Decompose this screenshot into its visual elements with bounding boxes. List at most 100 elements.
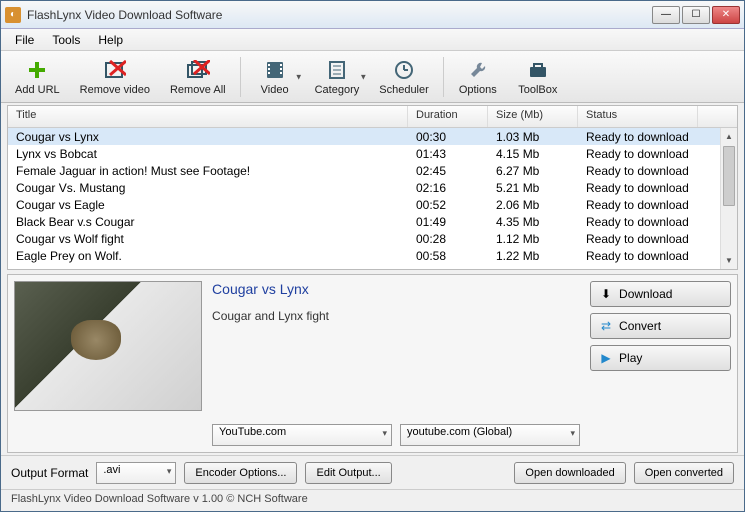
options-button[interactable]: Options	[448, 53, 508, 101]
menu-help[interactable]: Help	[90, 31, 131, 49]
cell-status: Ready to download	[578, 249, 698, 263]
open-downloaded-button[interactable]: Open downloaded	[514, 462, 625, 484]
window-title: FlashLynx Video Download Software	[27, 8, 652, 22]
toolbox-icon	[526, 58, 550, 82]
menubar: File Tools Help	[1, 29, 744, 51]
cell-size: 5.21 Mb	[488, 181, 578, 195]
column-status[interactable]: Status	[578, 106, 698, 127]
video-list: Title Duration Size (Mb) Status Cougar v…	[7, 105, 738, 270]
column-size[interactable]: Size (Mb)	[488, 106, 578, 127]
cell-size: 1.22 Mb	[488, 249, 578, 263]
cell-status: Ready to download	[578, 198, 698, 212]
column-title[interactable]: Title	[8, 106, 408, 127]
cell-status: Ready to download	[578, 130, 698, 144]
cell-status: Ready to download	[578, 232, 698, 246]
cell-duration: 01:49	[408, 215, 488, 229]
cell-size: 2.06 Mb	[488, 198, 578, 212]
minimize-button[interactable]: —	[652, 6, 680, 24]
status-bar: FlashLynx Video Download Software v 1.00…	[1, 489, 744, 511]
add-url-button[interactable]: Add URL	[5, 53, 70, 101]
toolbar-separator	[443, 57, 444, 97]
toolbar-separator	[240, 57, 241, 97]
cell-duration: 00:58	[408, 249, 488, 263]
remove-video-icon	[103, 58, 127, 82]
cell-status: Ready to download	[578, 215, 698, 229]
app-icon: ◐	[5, 7, 21, 23]
cell-size: 1.12 Mb	[488, 232, 578, 246]
cell-duration: 02:45	[408, 164, 488, 178]
detail-pane: Cougar vs Lynx Cougar and Lynx fight You…	[7, 274, 738, 453]
source-region-select[interactable]: youtube.com (Global)	[400, 424, 580, 446]
cell-title: Cougar Vs. Mustang	[8, 181, 408, 195]
plus-icon	[25, 58, 49, 82]
detail-description: Cougar and Lynx fight	[212, 309, 580, 424]
cell-status: Ready to download	[578, 181, 698, 195]
maximize-button[interactable]: ☐	[682, 6, 710, 24]
cell-duration: 00:28	[408, 232, 488, 246]
download-icon: ⬇	[599, 287, 613, 301]
cell-title: Eagle Prey on Wolf.	[8, 249, 408, 263]
cell-title: Cougar vs Lynx	[8, 130, 408, 144]
output-format-select[interactable]: .avi	[96, 462, 176, 484]
detail-actions: ⬇Download ⇄Convert ▶Play	[590, 281, 731, 446]
convert-button[interactable]: ⇄Convert	[590, 313, 731, 339]
clock-icon	[392, 58, 416, 82]
vertical-scrollbar[interactable]: ▲ ▼	[720, 128, 737, 269]
titlebar: ◐ FlashLynx Video Download Software — ☐ …	[1, 1, 744, 29]
scheduler-button[interactable]: Scheduler	[369, 53, 439, 101]
edit-output-button[interactable]: Edit Output...	[305, 462, 391, 484]
cell-duration: 00:30	[408, 130, 488, 144]
cell-status: Ready to download	[578, 164, 698, 178]
cell-title: Black Bear v.s Cougar	[8, 215, 408, 229]
cell-status: Ready to download	[578, 147, 698, 161]
convert-icon: ⇄	[599, 319, 613, 333]
table-row[interactable]: Cougar vs Lynx00:301.03 MbReady to downl…	[8, 128, 737, 145]
cell-duration: 01:43	[408, 147, 488, 161]
table-row[interactable]: Lynx vs Bobcat01:434.15 MbReady to downl…	[8, 145, 737, 162]
close-button[interactable]: ✕	[712, 6, 740, 24]
cell-size: 6.27 Mb	[488, 164, 578, 178]
remove-all-button[interactable]: Remove All	[160, 53, 236, 101]
table-row[interactable]: Cougar vs Wolf fight00:281.12 MbReady to…	[8, 230, 737, 247]
cell-title: Cougar vs Wolf fight	[8, 232, 408, 246]
open-converted-button[interactable]: Open converted	[634, 462, 734, 484]
film-icon	[263, 58, 287, 82]
detail-title: Cougar vs Lynx	[212, 281, 580, 297]
video-thumbnail	[14, 281, 202, 411]
menu-tools[interactable]: Tools	[44, 31, 88, 49]
video-dropdown[interactable]: Video ▼	[245, 53, 305, 101]
cell-size: 4.15 Mb	[488, 147, 578, 161]
output-format-label: Output Format	[11, 466, 88, 480]
cell-size: 4.35 Mb	[488, 215, 578, 229]
table-row[interactable]: Cougar Vs. Mustang02:165.21 MbReady to d…	[8, 179, 737, 196]
cell-title: Lynx vs Bobcat	[8, 147, 408, 161]
scroll-thumb[interactable]	[723, 146, 735, 206]
chevron-down-icon: ▼	[359, 72, 367, 81]
source-site-select[interactable]: YouTube.com	[212, 424, 392, 446]
remove-video-button[interactable]: Remove video	[70, 53, 160, 101]
table-row[interactable]: Cougar vs Eagle00:522.06 MbReady to down…	[8, 196, 737, 213]
toolbox-button[interactable]: ToolBox	[508, 53, 568, 101]
scroll-up-icon[interactable]: ▲	[721, 128, 737, 145]
download-button[interactable]: ⬇Download	[590, 281, 731, 307]
menu-file[interactable]: File	[7, 31, 42, 49]
play-icon: ▶	[599, 351, 613, 365]
toolbar: Add URL Remove video Remove All Video ▼ …	[1, 51, 744, 103]
encoder-options-button[interactable]: Encoder Options...	[184, 462, 297, 484]
category-dropdown[interactable]: Category ▼	[305, 53, 370, 101]
cell-title: Cougar vs Eagle	[8, 198, 408, 212]
play-button[interactable]: ▶Play	[590, 345, 731, 371]
cell-duration: 02:16	[408, 181, 488, 195]
cell-duration: 00:52	[408, 198, 488, 212]
detail-info: Cougar vs Lynx Cougar and Lynx fight You…	[212, 281, 580, 446]
table-row[interactable]: Female Jaguar in action! Must see Footag…	[8, 162, 737, 179]
wrench-icon	[466, 58, 490, 82]
remove-all-icon	[186, 58, 210, 82]
table-row[interactable]: Black Bear v.s Cougar01:494.35 MbReady t…	[8, 213, 737, 230]
table-row[interactable]: Eagle Prey on Wolf.00:581.22 MbReady to …	[8, 247, 737, 264]
chevron-down-icon: ▼	[295, 72, 303, 81]
scroll-down-icon[interactable]: ▼	[721, 252, 737, 269]
app-window: ◐ FlashLynx Video Download Software — ☐ …	[0, 0, 745, 512]
column-duration[interactable]: Duration	[408, 106, 488, 127]
list-body: Cougar vs Lynx00:301.03 MbReady to downl…	[8, 128, 737, 269]
